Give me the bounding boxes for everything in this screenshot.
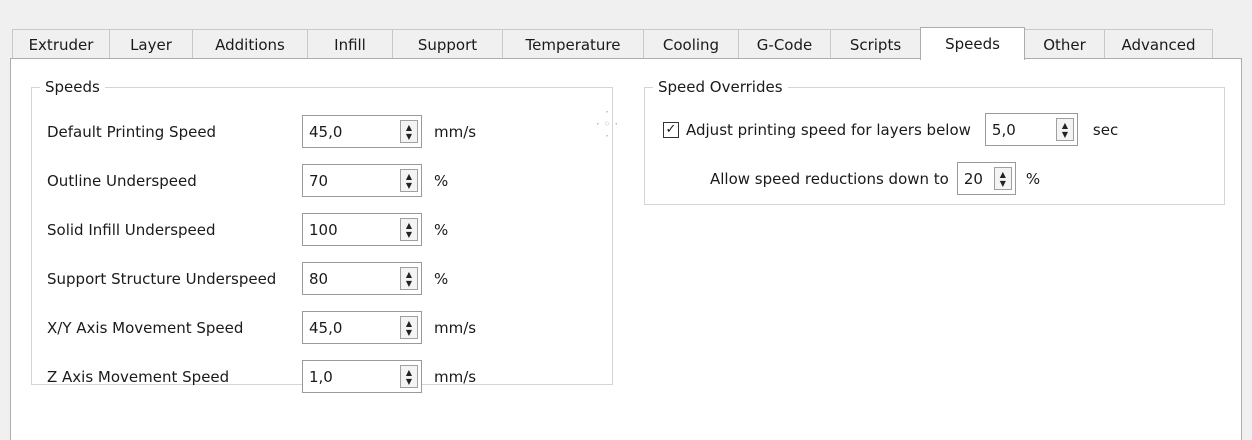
spinbox-value[interactable]: 80 (303, 263, 400, 294)
tab-gcode[interactable]: G-Code (738, 29, 831, 59)
spinbox-value[interactable]: 70 (303, 165, 400, 196)
spinner-arrows-icon[interactable]: ▲ ▼ (400, 120, 418, 143)
tab-layer[interactable]: Layer (109, 29, 193, 59)
solid-infill-underspeed-row: Solid Infill Underspeed 100 ▲ ▼ % (47, 213, 448, 246)
tab-support[interactable]: Support (392, 29, 503, 59)
spinner-arrows-icon[interactable]: ▲ ▼ (400, 365, 418, 388)
unit-label: sec (1092, 120, 1119, 139)
solid-infill-underspeed-label: Solid Infill Underspeed (47, 220, 216, 239)
outline-underspeed-label: Outline Underspeed (47, 171, 197, 190)
outline-underspeed-spinbox[interactable]: 70 ▲ ▼ (302, 164, 422, 197)
checkmark-icon: ✓ (665, 122, 677, 137)
spinner-arrows-icon[interactable]: ▲ ▼ (400, 267, 418, 290)
speed-overrides-group: Speed Overrides ✓ Adjust printing speed … (644, 78, 1225, 205)
spinbox-value[interactable]: 45,0 (303, 116, 400, 147)
tab-cooling[interactable]: Cooling (643, 29, 739, 59)
tab-bar: Extruder Layer Additions Infill Support … (12, 27, 1213, 60)
tab-scripts[interactable]: Scripts (830, 29, 921, 59)
layer-time-spinbox[interactable]: 5,0 ▲ ▼ (984, 113, 1078, 146)
outline-underspeed-row: Outline Underspeed 70 ▲ ▼ % (47, 164, 448, 197)
speeds-group-title: Speeds (40, 78, 105, 96)
adjust-speed-row: ✓ Adjust printing speed for layers below… (663, 113, 1118, 146)
tab-temperature[interactable]: Temperature (502, 29, 644, 59)
unit-label: % (1025, 169, 1041, 188)
speed-reduction-spinbox[interactable]: 20 ▲ ▼ (956, 162, 1016, 195)
unit-label: % (434, 220, 449, 239)
unit-label: mm/s (434, 367, 477, 386)
z-axis-movement-speed-label: Z Axis Movement Speed (47, 367, 230, 386)
crosshair-icon: · · ◦ · · (595, 105, 619, 143)
solid-infill-underspeed-spinbox[interactable]: 100 ▲ ▼ (302, 213, 422, 246)
speed-overrides-group-title: Speed Overrides (653, 78, 788, 96)
speed-reduction-row: Allow speed reductions down to 20 ▲ ▼ % (710, 162, 1040, 195)
spinbox-value[interactable]: 20 (958, 163, 994, 194)
spinbox-value[interactable]: 100 (303, 214, 400, 245)
default-printing-speed-row: Default Printing Speed 45,0 ▲ ▼ mm/s (47, 115, 476, 148)
spinner-arrows-icon[interactable]: ▲ ▼ (400, 218, 418, 241)
spinbox-value[interactable]: 45,0 (303, 312, 400, 343)
z-axis-movement-speed-row: Z Axis Movement Speed 1,0 ▲ ▼ mm/s (47, 360, 476, 393)
speeds-tab-page: Speeds · · ◦ · · Default Printing Speed 45… (10, 58, 1242, 440)
spinbox-value[interactable]: 1,0 (303, 361, 400, 392)
xy-axis-movement-speed-row: X/Y Axis Movement Speed 45,0 ▲ ▼ mm/s (47, 311, 476, 344)
speeds-group: Speeds · · ◦ · · Default Printing Speed 45… (31, 78, 618, 393)
tab-additions[interactable]: Additions (192, 29, 308, 59)
adjust-speed-checkbox[interactable]: ✓ (663, 121, 679, 138)
adjust-speed-label[interactable]: Adjust printing speed for layers below (686, 121, 971, 139)
tab-extruder[interactable]: Extruder (12, 29, 110, 59)
support-structure-underspeed-spinbox[interactable]: 80 ▲ ▼ (302, 262, 422, 295)
speed-reduction-label: Allow speed reductions down to (710, 169, 949, 188)
xy-axis-movement-speed-label: X/Y Axis Movement Speed (47, 318, 244, 337)
spinner-arrows-icon[interactable]: ▲ ▼ (400, 169, 418, 192)
unit-label: % (434, 171, 449, 190)
spinbox-value[interactable]: 5,0 (986, 114, 1056, 145)
xy-axis-movement-speed-spinbox[interactable]: 45,0 ▲ ▼ (302, 311, 422, 344)
tab-speeds[interactable]: Speeds (920, 27, 1025, 60)
tab-other[interactable]: Other (1024, 29, 1105, 59)
support-structure-underspeed-label: Support Structure Underspeed (47, 269, 277, 288)
spinner-arrows-icon[interactable]: ▲ ▼ (400, 316, 418, 339)
unit-label: mm/s (434, 318, 477, 337)
spinner-arrows-icon[interactable]: ▲ ▼ (993, 167, 1012, 190)
tab-infill[interactable]: Infill (307, 29, 393, 59)
default-printing-speed-spinbox[interactable]: 45,0 ▲ ▼ (302, 115, 422, 148)
unit-label: % (434, 269, 449, 288)
default-printing-speed-label: Default Printing Speed (47, 122, 217, 141)
spinner-arrows-icon[interactable]: ▲ ▼ (1055, 118, 1074, 141)
tab-advanced[interactable]: Advanced (1104, 29, 1213, 59)
z-axis-movement-speed-spinbox[interactable]: 1,0 ▲ ▼ (302, 360, 422, 393)
support-structure-underspeed-row: Support Structure Underspeed 80 ▲ ▼ % (47, 262, 448, 295)
unit-label: mm/s (434, 122, 477, 141)
